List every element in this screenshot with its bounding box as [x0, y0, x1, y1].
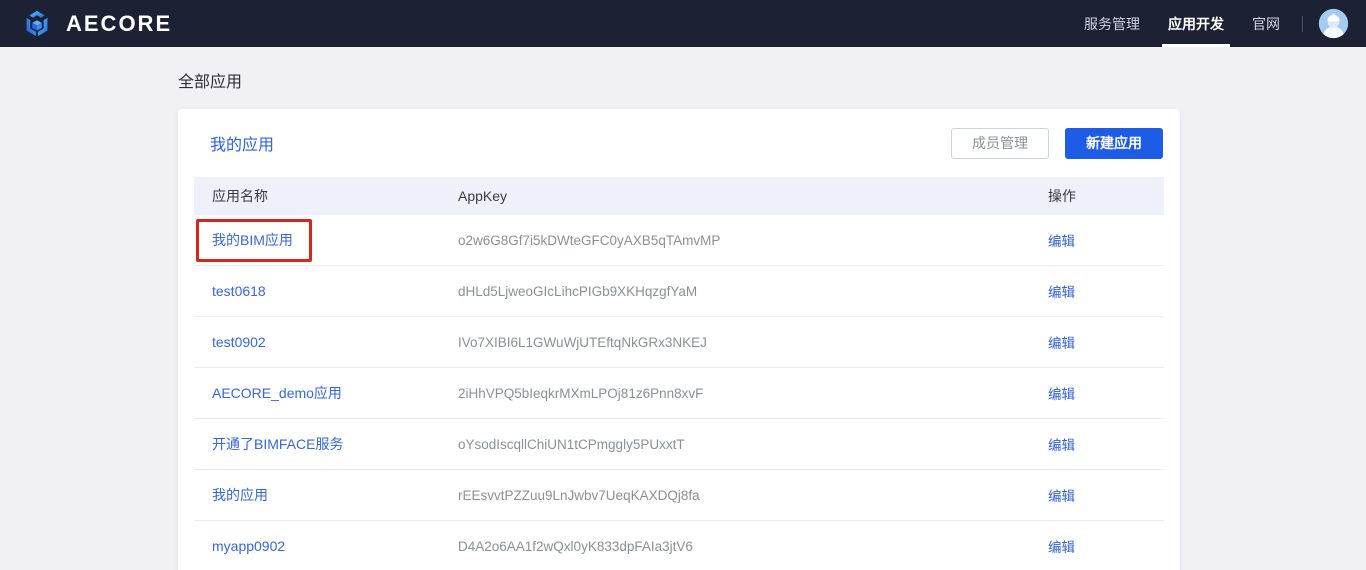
brand-logo-link[interactable]: AECORE: [18, 5, 172, 43]
card-actions: 成员管理 新建应用: [951, 128, 1163, 159]
page-content: 全部应用 我的应用 成员管理 新建应用 应用名称 AppKey 操作 我的BIM…: [0, 47, 1366, 570]
column-header-app-name: 应用名称: [194, 186, 440, 206]
appkey-value: o2w6G8Gf7i5kDWteGFC0yAXB5qTAmvMP: [458, 233, 720, 248]
appkey-value: D4A2o6AA1f2wQxl0yK833dpFAIa3jtV6: [458, 539, 693, 554]
app-name-highlight-box: myapp0902: [212, 538, 285, 554]
edit-link[interactable]: 编辑: [1048, 234, 1075, 249]
table-row: test0902 IVo7XIBI6L1GWuWjUTEftqNkGRx3NKE…: [194, 317, 1164, 368]
app-name-link[interactable]: 开通了BIMFACE服务: [212, 436, 343, 452]
create-app-button[interactable]: 新建应用: [1065, 128, 1163, 159]
app-name-link[interactable]: 我的应用: [212, 487, 268, 503]
app-name-highlight-box: AECORE_demo应用: [212, 383, 342, 403]
card-header: 我的应用 成员管理 新建应用: [178, 109, 1180, 177]
my-apps-card: 我的应用 成员管理 新建应用 应用名称 AppKey 操作 我的BIM应用 o2…: [178, 109, 1180, 570]
appkey-value: IVo7XIBI6L1GWuWjUTEftqNkGRx3NKEJ: [458, 335, 707, 350]
table-row: 开通了BIMFACE服务 oYsodIscqllChiUN1tCPmggly5P…: [194, 419, 1164, 470]
appkey-value: 2iHhVPQ5bIeqkrMXmLPOj81z6Pnn8xvF: [458, 386, 703, 401]
user-avatar[interactable]: [1317, 7, 1350, 40]
app-name-link[interactable]: myapp0902: [212, 538, 285, 554]
app-name-highlight-box: 开通了BIMFACE服务: [212, 434, 343, 454]
app-table-header: 应用名称 AppKey 操作: [194, 177, 1164, 215]
app-name-highlight-box: 我的BIM应用: [196, 219, 312, 262]
page-title: 全部应用: [178, 68, 1366, 92]
table-row: AECORE_demo应用 2iHhVPQ5bIeqkrMXmLPOj81z6P…: [194, 368, 1164, 419]
edit-link[interactable]: 编辑: [1048, 336, 1075, 351]
member-management-button[interactable]: 成员管理: [951, 128, 1049, 159]
table-row: 我的BIM应用 o2w6G8Gf7i5kDWteGFC0yAXB5qTAmvMP…: [194, 215, 1164, 266]
card-title: 我的应用: [210, 131, 274, 155]
table-row: 我的应用 rEEsvvtPZZuu9LnJwbv7UeqKAXDQj8fa 编辑: [194, 470, 1164, 521]
nav-item-official-site[interactable]: 官网: [1238, 0, 1294, 47]
edit-link[interactable]: 编辑: [1048, 540, 1075, 555]
column-header-appkey: AppKey: [440, 188, 1030, 204]
appkey-value: oYsodIscqllChiUN1tCPmggly5PUxxtT: [458, 437, 685, 452]
edit-link[interactable]: 编辑: [1048, 285, 1075, 300]
app-table: 应用名称 AppKey 操作 我的BIM应用 o2w6G8Gf7i5kDWteG…: [194, 177, 1164, 570]
app-name-link[interactable]: 我的BIM应用: [212, 232, 293, 248]
nav-item-app-development[interactable]: 应用开发: [1154, 0, 1238, 47]
table-row: test0618 dHLd5LjweoGIcLihcPIGb9XKHqzgfYa…: [194, 266, 1164, 317]
app-table-body: 我的BIM应用 o2w6G8Gf7i5kDWteGFC0yAXB5qTAmvMP…: [194, 215, 1164, 570]
app-name-link[interactable]: test0902: [212, 334, 266, 350]
app-name-link[interactable]: test0618: [212, 283, 266, 299]
brand-name: AECORE: [66, 11, 172, 37]
aecore-cube-logo-icon: [18, 5, 56, 43]
top-nav-menu: 服务管理 应用开发 官网: [1070, 0, 1350, 47]
nav-divider: [1302, 16, 1303, 32]
app-name-highlight-box: 我的应用: [212, 485, 268, 505]
appkey-value: rEEsvvtPZZuu9LnJwbv7UeqKAXDQj8fa: [458, 488, 700, 503]
appkey-value: dHLd5LjweoGIcLihcPIGb9XKHqzgfYaM: [458, 284, 697, 299]
column-header-action: 操作: [1030, 186, 1164, 206]
edit-link[interactable]: 编辑: [1048, 438, 1075, 453]
app-name-link[interactable]: AECORE_demo应用: [212, 385, 342, 401]
top-navigation-bar: AECORE 服务管理 应用开发 官网: [0, 0, 1366, 47]
table-row: myapp0902 D4A2o6AA1f2wQxl0yK833dpFAIa3jt…: [194, 521, 1164, 570]
app-name-highlight-box: test0902: [212, 334, 266, 350]
edit-link[interactable]: 编辑: [1048, 489, 1075, 504]
edit-link[interactable]: 编辑: [1048, 387, 1075, 402]
app-name-highlight-box: test0618: [212, 283, 266, 299]
nav-item-service-management[interactable]: 服务管理: [1070, 0, 1154, 47]
